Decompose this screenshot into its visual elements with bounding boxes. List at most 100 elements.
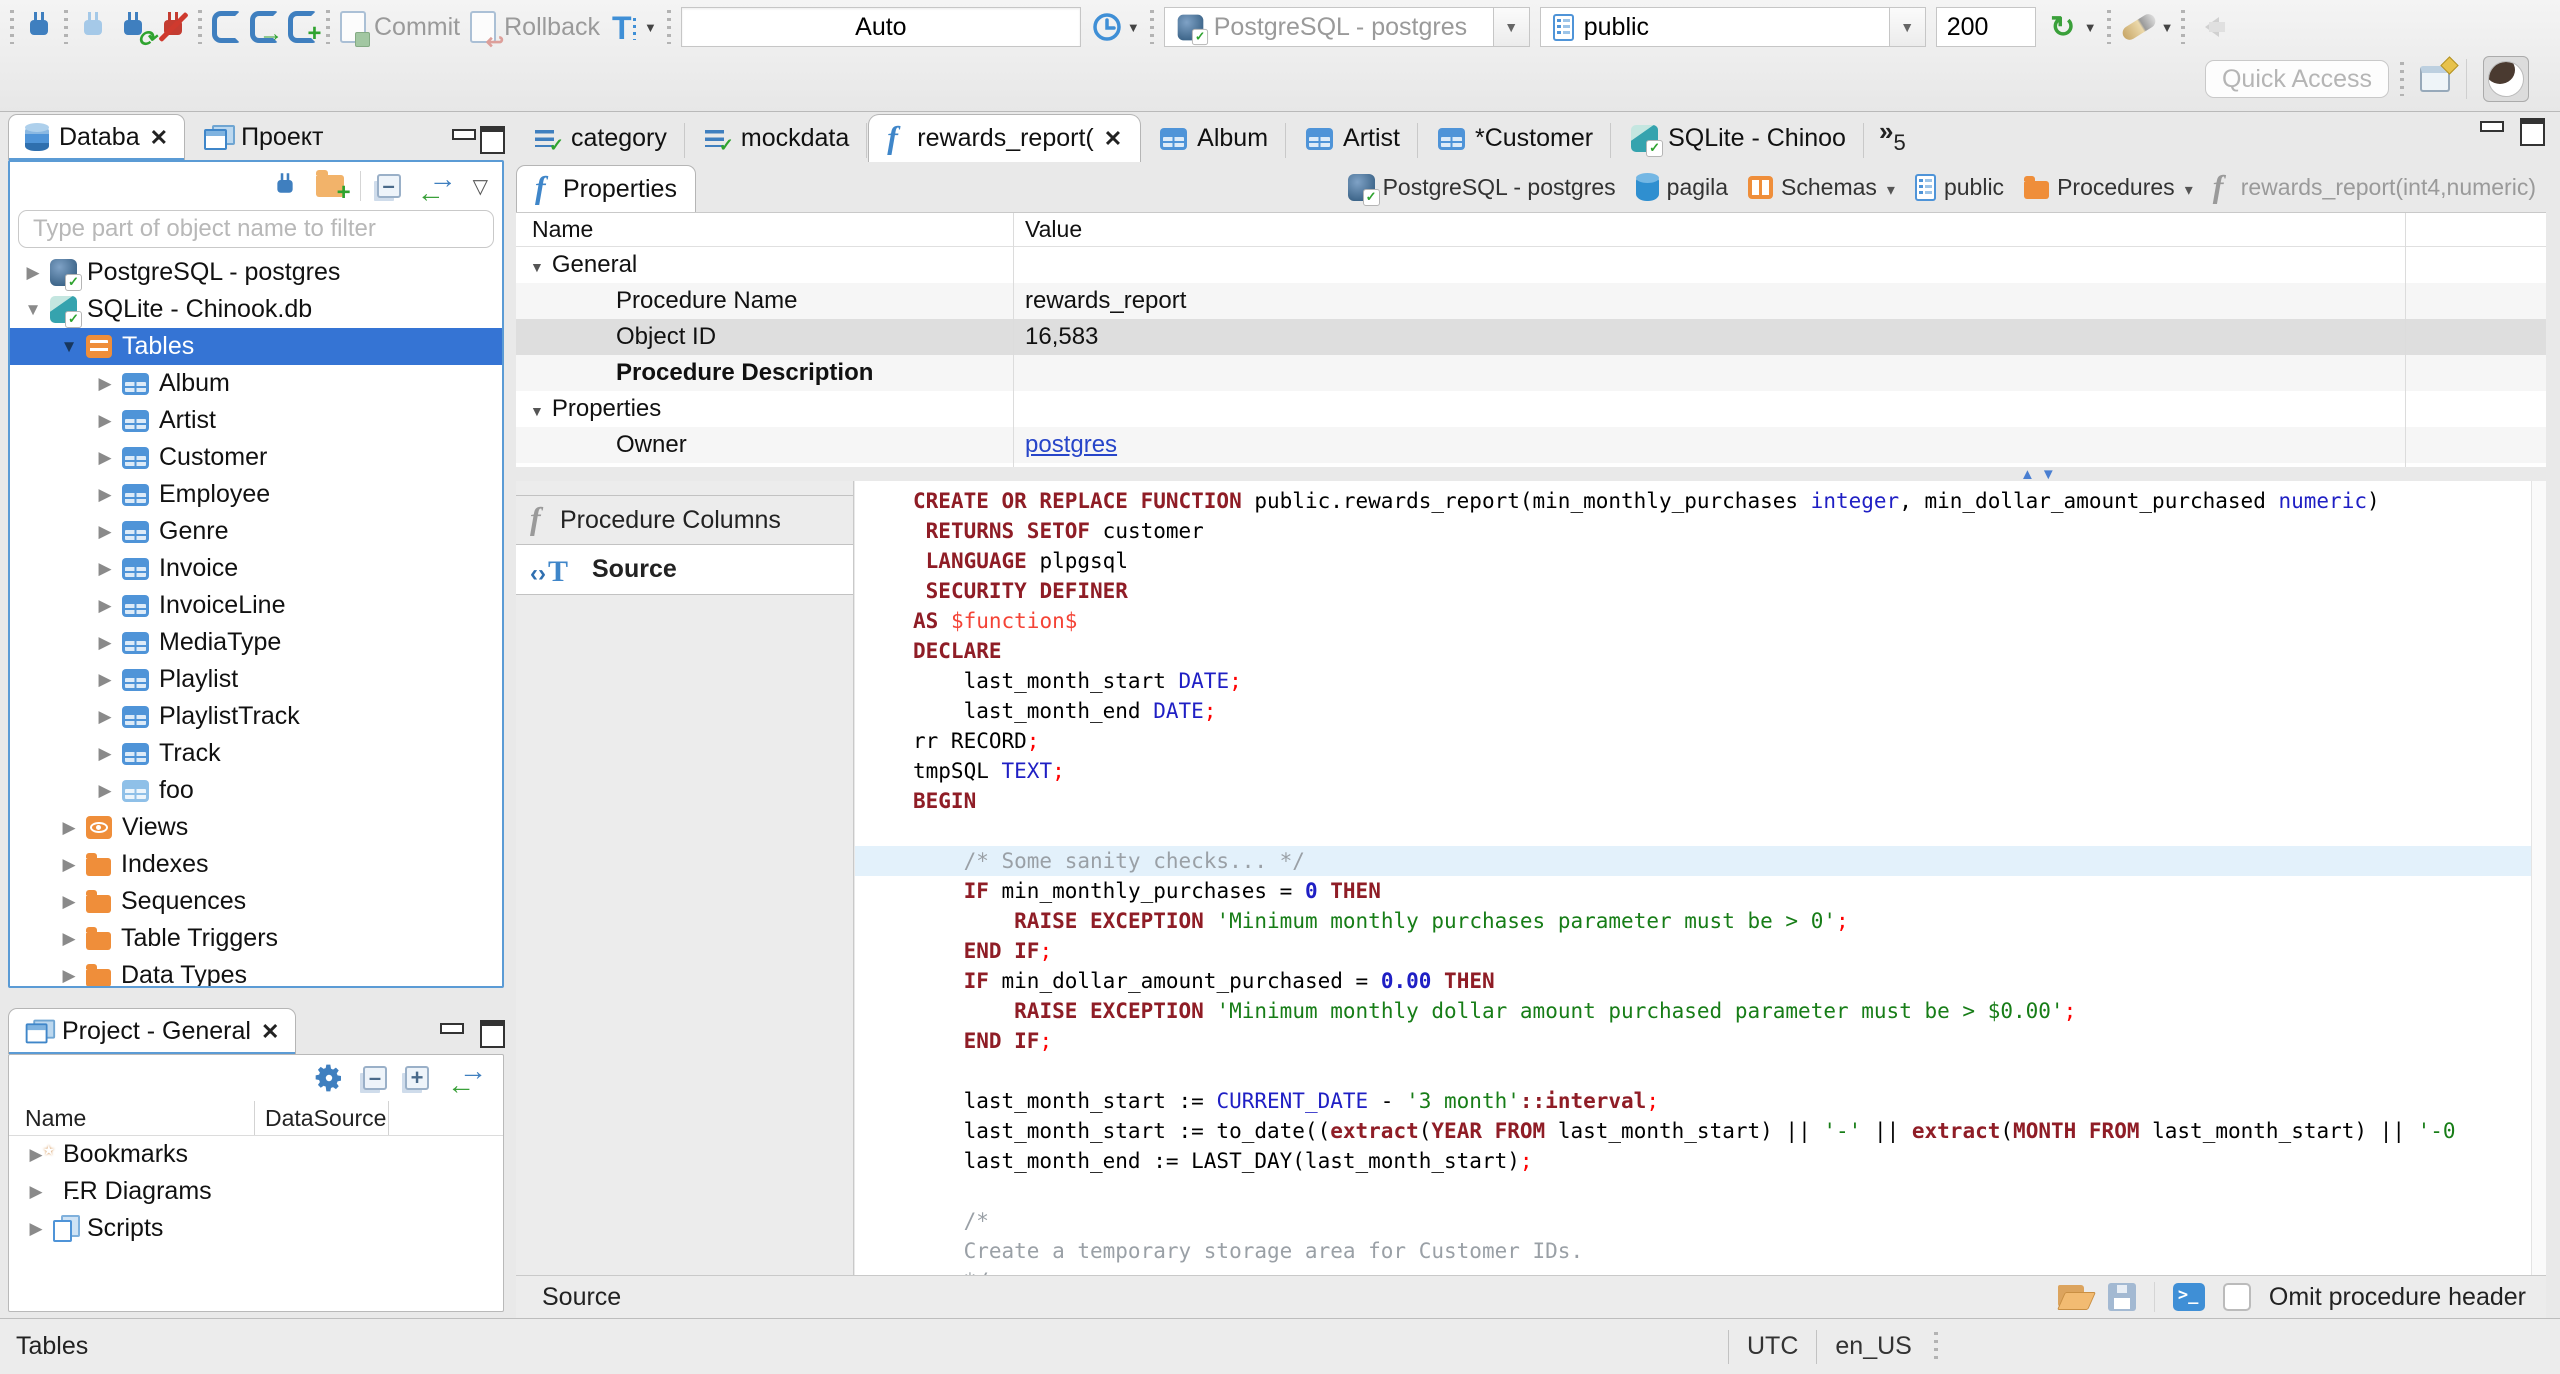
expand-icon[interactable] <box>88 559 122 579</box>
maximize-button[interactable] <box>478 126 505 154</box>
property-row-procedure-description[interactable]: Procedure Description <box>516 355 2546 391</box>
tree-item-employee[interactable]: Employee <box>10 476 502 513</box>
gear-icon[interactable] <box>313 1062 345 1094</box>
commit-mode-combo[interactable]: Auto <box>680 7 1081 47</box>
tree-item-views[interactable]: Views <box>10 809 502 846</box>
object-filter-input[interactable] <box>18 210 494 248</box>
close-icon[interactable] <box>261 1017 279 1046</box>
auto-refresh-button[interactable] <box>2046 10 2097 45</box>
tree-item-track[interactable]: Track <box>10 735 502 772</box>
tree-item-genre[interactable]: Genre <box>10 513 502 550</box>
expand-icon[interactable] <box>88 411 122 431</box>
expand-icon[interactable] <box>88 781 122 801</box>
expand-icon[interactable] <box>88 744 122 764</box>
connection-selector[interactable]: PostgreSQL - postgres <box>1163 7 1530 47</box>
maximize-button[interactable] <box>478 1020 505 1048</box>
expand-icon[interactable] <box>52 892 86 912</box>
minimize-button[interactable] <box>438 1020 464 1042</box>
source-code-editor[interactable]: CREATE OR REPLACE FUNCTION public.reward… <box>855 481 2546 1275</box>
open-in-sql-console-icon[interactable] <box>2172 1283 2205 1311</box>
link-with-editor-icon[interactable] <box>417 163 457 209</box>
expand-icon[interactable] <box>19 1182 53 1202</box>
list-item-bookmarks[interactable]: Bookmarks <box>9 1136 503 1173</box>
property-row-procedure-name[interactable]: Procedure Name rewards_report <box>516 283 2546 319</box>
tab-databa[interactable]: Databa <box>8 114 186 162</box>
minimize-button[interactable] <box>450 126 476 148</box>
collapse-all-icon[interactable] <box>363 1065 387 1091</box>
schema-selector[interactable]: public <box>1539 7 1926 47</box>
omit-header-checkbox[interactable] <box>2222 1283 2251 1311</box>
expand-icon[interactable] <box>88 522 122 542</box>
editor-tab-album[interactable]: Album <box>1141 114 1287 162</box>
expand-all-icon[interactable] <box>405 1065 429 1091</box>
load-from-file-icon[interactable] <box>2057 1285 2090 1309</box>
tree-item-playlisttrack[interactable]: PlaylistTrack <box>10 698 502 735</box>
column-header-value[interactable]: Value <box>1013 216 1082 243</box>
back-navigation-icon[interactable] <box>2195 14 2229 40</box>
tree-item-table-triggers[interactable]: Table Triggers <box>10 920 502 957</box>
property-row-properties[interactable]: Properties <box>516 391 2546 427</box>
compare-button[interactable] <box>2119 11 2171 43</box>
property-row-owner[interactable]: Owner postgres <box>516 427 2546 463</box>
column-header-datasource[interactable]: DataSource <box>254 1101 389 1135</box>
collapse-icon[interactable] <box>16 300 50 320</box>
expand-icon[interactable] <box>16 263 50 283</box>
connect-icon[interactable] <box>78 10 108 44</box>
editor-scrollbar[interactable] <box>2531 481 2546 1275</box>
commit-button[interactable]: Commit <box>340 11 460 47</box>
editor-tab-rewards-report[interactable]: rewards_report( <box>868 114 1142 162</box>
expand-icon[interactable] <box>52 818 86 838</box>
expand-icon[interactable] <box>19 1219 53 1239</box>
quick-access-input[interactable] <box>2205 60 2389 98</box>
schema-dropdown-arrow[interactable] <box>1889 7 1926 47</box>
new-sql-script-icon[interactable]: + <box>288 11 321 47</box>
expand-icon[interactable] <box>88 670 122 690</box>
expand-icon[interactable] <box>88 707 122 727</box>
property-row-general[interactable]: General <box>516 247 2546 283</box>
column-header-name[interactable]: Name <box>516 216 1013 243</box>
disconnect-icon[interactable] <box>158 10 189 44</box>
breadcrumb-item-pagila[interactable]: pagila <box>1635 173 1728 201</box>
tab-properties[interactable]: Properties <box>516 165 696 212</box>
tree-item-foo[interactable]: foo <box>10 772 502 809</box>
close-icon[interactable] <box>1104 124 1122 153</box>
collapse-icon[interactable] <box>52 337 86 357</box>
open-sql-script-icon[interactable]: → <box>250 11 283 47</box>
breadcrumb-item-schemas[interactable]: Schemas <box>1748 174 1895 201</box>
more-tabs-indicator[interactable]: 5 <box>1879 116 1905 156</box>
expand-icon[interactable] <box>88 485 122 505</box>
tree-item-artist[interactable]: Artist <box>10 402 502 439</box>
tree-item-tables[interactable]: Tables <box>10 328 502 365</box>
rollback-button[interactable]: Rollback <box>470 11 600 55</box>
section-tab-procedure-columns[interactable]: Procedure Columns <box>516 495 853 545</box>
editor-tab-category[interactable]: category <box>516 114 686 162</box>
expand-icon[interactable] <box>88 448 122 468</box>
sql-editor-icon[interactable] <box>212 11 240 43</box>
view-menu-icon[interactable] <box>473 174 488 199</box>
expand-icon[interactable] <box>88 633 122 653</box>
tree-item-customer[interactable]: Customer <box>10 439 502 476</box>
expand-icon[interactable] <box>52 929 86 949</box>
property-value[interactable]: postgres <box>1013 431 1117 459</box>
reconnect-icon[interactable]: ⟳ <box>118 10 156 51</box>
editor-tab-artist[interactable]: Artist <box>1287 114 1419 162</box>
chevron-down-icon[interactable] <box>2183 174 2193 201</box>
tree-item-album[interactable]: Album <box>10 365 502 402</box>
timezone-indicator[interactable]: UTC <box>1729 1332 1816 1361</box>
property-row-object-id[interactable]: Object ID 16,583 <box>516 319 2546 355</box>
transaction-mode-button[interactable] <box>610 10 657 47</box>
expand-icon[interactable] <box>88 374 122 394</box>
fetch-size-input[interactable] <box>1935 7 2036 47</box>
tree-item-invoiceline[interactable]: InvoiceLine <box>10 587 502 624</box>
tree-item-sqlite-chinook-db[interactable]: SQLite - Chinook.db <box>10 291 502 328</box>
open-perspective-icon[interactable] <box>2420 66 2450 92</box>
collapse-all-icon[interactable] <box>376 173 401 199</box>
expand-icon[interactable] <box>52 966 86 986</box>
list-item-er-diagrams[interactable]: ER Diagrams <box>9 1173 503 1210</box>
editor-tab-mockdata[interactable]: mockdata <box>686 114 868 162</box>
expand-icon[interactable] <box>88 596 122 616</box>
save-to-file-icon[interactable] <box>2107 1283 2136 1311</box>
tree-item-invoice[interactable]: Invoice <box>10 550 502 587</box>
maximize-button[interactable] <box>2518 118 2545 146</box>
tree-item-mediatype[interactable]: MediaType <box>10 624 502 661</box>
